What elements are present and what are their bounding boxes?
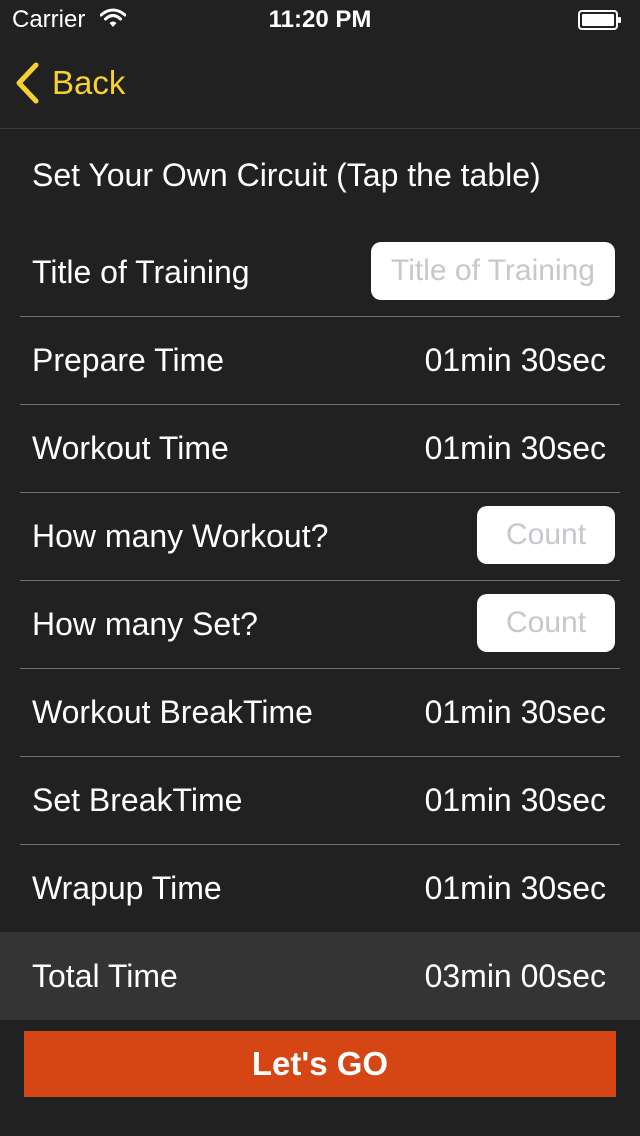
workout-time-value: 01min 30sec — [424, 430, 606, 466]
row-label: How many Set? — [32, 606, 258, 642]
set-break-time-value: 01min 30sec — [424, 782, 606, 818]
navigation-bar: Back — [0, 40, 640, 129]
row-label: Wrapup Time — [32, 870, 222, 906]
total-time-label: Total Time — [32, 958, 178, 994]
page-title: Set Your Own Circuit (Tap the table) — [32, 157, 541, 193]
prepare-time-value: 01min 30sec — [424, 342, 606, 378]
row-label: Workout Time — [32, 430, 229, 466]
title-input[interactable] — [371, 242, 615, 300]
row-wrapup-time[interactable]: Wrapup Time 01min 30sec — [20, 844, 620, 932]
workout-count-input[interactable] — [477, 506, 615, 564]
battery-icon — [578, 10, 621, 30]
status-bar: Carrier 11:20 PM — [0, 0, 640, 40]
row-label: Workout BreakTime — [32, 694, 313, 730]
total-time-row: Total Time 03min 00sec — [0, 932, 640, 1020]
row-workout-break-time[interactable]: Workout BreakTime 01min 30sec — [20, 668, 620, 757]
lets-go-button[interactable]: Let's GO — [24, 1031, 616, 1097]
wrapup-time-value: 01min 30sec — [424, 870, 606, 906]
row-label: Set BreakTime — [32, 782, 243, 818]
back-button[interactable]: Back — [14, 62, 125, 104]
clock: 11:20 PM — [268, 6, 372, 33]
row-label: Prepare Time — [32, 342, 225, 378]
workout-break-time-value: 01min 30sec — [424, 694, 606, 730]
row-title-of-training: Title of Training — [20, 228, 620, 317]
total-time-value: 03min 00sec — [424, 958, 606, 994]
row-workout-count: How many Workout? — [20, 492, 620, 581]
back-label: Back — [52, 64, 126, 101]
set-count-input[interactable] — [477, 594, 615, 652]
row-set-break-time[interactable]: Set BreakTime 01min 30sec — [20, 756, 620, 845]
chevron-left-icon — [16, 62, 39, 104]
row-label: Title of Training — [32, 254, 250, 290]
row-label: How many Workout? — [32, 518, 329, 554]
row-set-count: How many Set? — [20, 580, 620, 669]
row-workout-time[interactable]: Workout Time 01min 30sec — [20, 404, 620, 493]
row-prepare-time[interactable]: Prepare Time 01min 30sec — [20, 316, 620, 405]
